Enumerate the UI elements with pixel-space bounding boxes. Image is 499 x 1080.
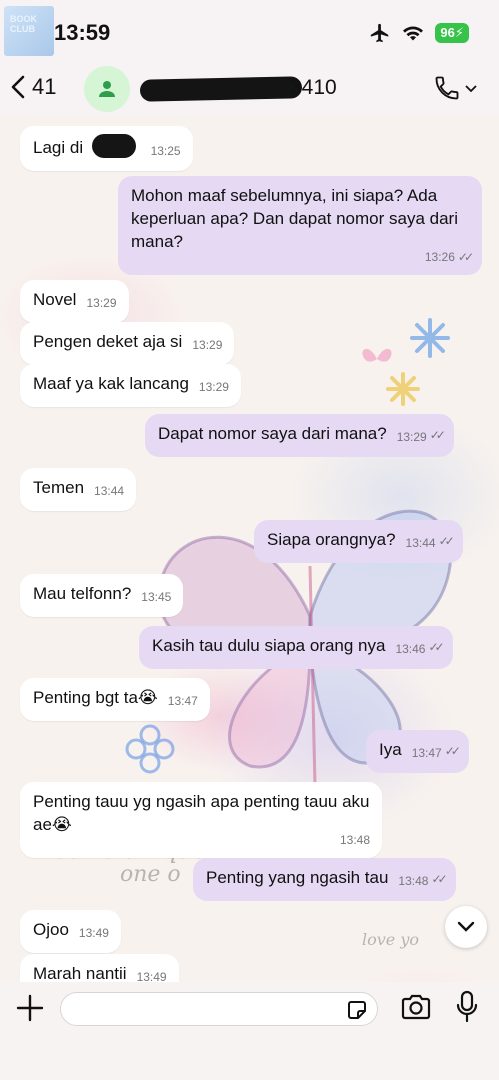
wallpaper-flower-yellow — [386, 372, 420, 406]
microphone-icon — [456, 990, 478, 1023]
message-text: Siapa orangnya? — [267, 530, 396, 549]
message-input[interactable] — [73, 993, 333, 1025]
message-time: 13:47 — [167, 694, 198, 708]
message-text: Dapat nomor saya dari mana? — [158, 424, 387, 443]
message-time: 13:29 — [86, 296, 117, 310]
read-receipt-icon: ✓✓ — [444, 744, 461, 758]
message-time: 13:46 — [395, 642, 426, 656]
message-text: Mohon maaf sebelumnya, ini siapa? Ada ke… — [131, 186, 458, 251]
camera-button[interactable] — [400, 992, 432, 1027]
message-time: 13:44 — [405, 536, 436, 550]
message-text: Penting tauu yg ngasih apa penting tauu … — [33, 792, 370, 834]
message-text: Penting yang ngasih tau — [206, 868, 389, 887]
scroll-to-bottom-button[interactable] — [445, 906, 487, 948]
message-bubble-outgoing[interactable]: Dapat nomor saya dari mana? 13:29 ✓✓ — [145, 414, 454, 457]
wallpaper-butterfly-pink — [362, 348, 392, 362]
wallpaper-text-2: one o — [120, 862, 181, 887]
status-avatar-image: BOOK CLUB — [4, 6, 54, 56]
message-text: Pengen deket aja si — [33, 332, 183, 351]
wallpaper-flower-left — [125, 724, 175, 774]
message-bubble-outgoing[interactable]: Iya 13:47 ✓✓ — [366, 730, 469, 773]
message-text: Penting bgt ta😭 — [33, 688, 158, 707]
airplane-icon — [371, 23, 389, 43]
contact-name[interactable]: 3410 — [139, 76, 350, 102]
wallpaper-flower-right — [410, 318, 450, 358]
status-avatar-text: BOOK CLUB — [10, 14, 37, 34]
message-input-bar — [0, 982, 499, 1080]
message-bubble-outgoing[interactable]: Kasih tau dulu siapa orang nya 13:46 ✓✓ — [139, 626, 453, 669]
message-bubble-outgoing[interactable]: Siapa orangnya? 13:44 ✓✓ — [254, 520, 463, 563]
message-text: Lagi di — [33, 138, 84, 157]
sticker-icon — [348, 1001, 366, 1019]
chevron-down-icon — [457, 921, 475, 932]
message-time: 13:49 — [78, 926, 109, 940]
battery-icon: 96⚡ — [435, 23, 469, 43]
call-button[interactable] — [433, 74, 477, 102]
message-bubble-incoming[interactable]: Maaf ya kak lancang 13:29 — [20, 364, 241, 407]
message-text: Ojoo — [33, 920, 69, 939]
message-bubble-incoming[interactable]: Ojoo 13:49 — [20, 910, 121, 953]
chevron-left-icon — [11, 75, 25, 99]
wifi-icon — [403, 26, 424, 41]
message-input-container[interactable] — [60, 992, 378, 1026]
message-time: 13:29 — [198, 380, 229, 394]
read-receipt-icon: ✓✓ — [457, 250, 474, 264]
message-time: 13:47 — [411, 746, 442, 760]
message-time: 13:48 — [339, 833, 370, 847]
contact-avatar[interactable] — [84, 66, 130, 112]
message-meta: 13:26 ✓✓ — [424, 246, 474, 269]
back-button[interactable]: 41 — [10, 74, 56, 100]
message-text: Kasih tau dulu siapa orang nya — [152, 636, 386, 655]
read-receipt-icon: ✓✓ — [438, 534, 455, 548]
message-text: Mau telfonn? — [33, 584, 132, 603]
status-bar: BOOK CLUB 13:59 96⚡ — [0, 0, 499, 64]
message-time: 13:49 — [136, 970, 167, 982]
status-time: 13:59 — [54, 20, 111, 45]
message-bubble-incoming[interactable]: Marah nantii 13:49 — [20, 954, 179, 982]
plus-icon — [16, 994, 44, 1022]
message-text: Temen — [33, 478, 85, 497]
message-bubble-incoming[interactable]: Novel 13:29 — [20, 280, 129, 323]
chat-area[interactable]: You're unique and one o love yo Lagi di … — [0, 116, 499, 982]
unread-count: 41 — [32, 74, 57, 99]
redaction-mark — [139, 76, 303, 102]
message-text: Novel — [33, 290, 77, 309]
message-bubble-outgoing[interactable]: Mohon maaf sebelumnya, ini siapa? Ada ke… — [118, 176, 482, 275]
status-icons: 96⚡ — [369, 22, 469, 44]
message-bubble-incoming[interactable]: Mau telfonn? 13:45 — [20, 574, 184, 617]
message-bubble-incoming[interactable]: Pengen deket aja si 13:29 — [20, 322, 235, 365]
microphone-button[interactable] — [455, 990, 479, 1029]
chevron-down-icon — [465, 85, 477, 93]
person-icon — [99, 81, 115, 97]
message-text: Iya — [379, 740, 402, 759]
message-bubble-incoming[interactable]: Temen 13:44 — [20, 468, 137, 511]
camera-icon — [401, 994, 431, 1020]
message-text: Maaf ya kak lancang — [33, 374, 189, 393]
message-bubble-incoming[interactable]: Penting bgt ta😭 13:47 — [20, 678, 210, 721]
phone-icon — [435, 76, 459, 100]
wallpaper-text-3: love yo — [362, 930, 420, 949]
message-bubble-incoming[interactable]: Lagi di 13:25 — [20, 126, 193, 171]
message-meta: 13:48 — [340, 829, 370, 852]
read-receipt-icon: ✓✓ — [429, 428, 446, 442]
message-time: 13:25 — [150, 144, 181, 158]
message-time: 13:44 — [94, 484, 125, 498]
chat-header: 41 3410 — [0, 64, 499, 116]
message-time: 13:45 — [141, 590, 172, 604]
message-time: 13:29 — [192, 338, 223, 352]
message-bubble-outgoing[interactable]: Penting yang ngasih tau 13:48 ✓✓ — [193, 858, 456, 901]
message-time: 13:48 — [398, 874, 429, 888]
read-receipt-icon: ✓✓ — [431, 872, 447, 886]
redaction-blob — [91, 134, 136, 158]
message-text: Marah nantii — [33, 964, 127, 982]
sticker-button[interactable] — [345, 998, 369, 1027]
message-time: 13:26 — [424, 250, 455, 264]
attach-button[interactable] — [14, 992, 46, 1024]
read-receipt-icon: ✓✓ — [428, 640, 444, 654]
message-time: 13:29 — [396, 430, 427, 444]
message-bubble-incoming[interactable]: Penting tauu yg ngasih apa penting tauu … — [20, 782, 382, 858]
contact-name-text: 3410 — [290, 76, 337, 99]
